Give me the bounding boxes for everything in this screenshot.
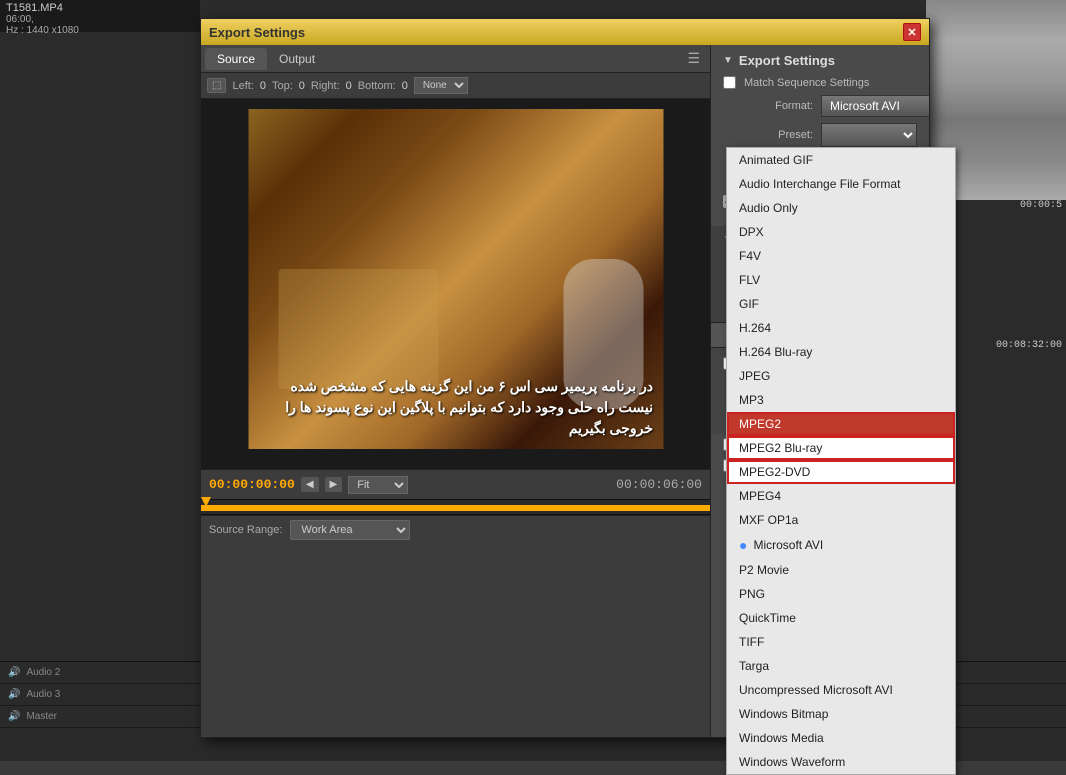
dropdown-item-mpeg2-blu-ray[interactable]: MPEG2 Blu-ray xyxy=(727,436,955,460)
selected-bullet-icon: ● xyxy=(739,537,747,553)
left-label: Left: xyxy=(232,80,253,92)
master-icon: 🔊 xyxy=(8,711,20,722)
top-value: 0 xyxy=(299,80,305,92)
prev-frame-btn[interactable]: ◀ xyxy=(301,477,319,492)
video-frame: در برنامه پریمیر سی اس ۶ من این گزینه ها… xyxy=(248,109,663,449)
source-range-dropdown[interactable]: Work Area Entire Sequence In to Out xyxy=(290,520,410,540)
file-info-bar: T1581.MP4 06:00, Hz : 1440 x1080 xyxy=(0,0,200,32)
tab-output[interactable]: Output xyxy=(267,48,327,70)
timecode-end: 00:00:06:00 xyxy=(616,477,702,492)
dropdown-item-windows-media[interactable]: Windows Media xyxy=(727,726,955,750)
format-dropdown-list: Animated GIFAudio Interchange File Forma… xyxy=(726,147,956,775)
preset-label: Preset: xyxy=(723,129,813,141)
dropdown-item-mp3[interactable]: MP3 xyxy=(727,388,955,412)
dropdown-item-mpeg2[interactable]: MPEG2 xyxy=(727,412,955,436)
none-dropdown[interactable]: None xyxy=(414,77,468,94)
dialog-source-panel: Source Output ☰ ⬚ Left: 0 Top: 0 Right: … xyxy=(201,45,711,737)
bottom-value: 0 xyxy=(402,80,408,92)
master-label: Master xyxy=(26,711,86,722)
format-dropdown[interactable]: Microsoft AVI xyxy=(821,95,929,117)
dropdown-item-h.264[interactable]: H.264 xyxy=(727,316,955,340)
right-timecode2: 00:08:32:00 xyxy=(996,340,1062,351)
match-sequence-checkbox[interactable] xyxy=(723,76,736,89)
source-range-label: Source Range: xyxy=(209,524,282,536)
timecode-start: 00:00:00:00 xyxy=(209,477,295,492)
file-name: T1581.MP4 xyxy=(6,2,194,14)
persian-text-overlay: در برنامه پریمیر سی اس ۶ من این گزینه ها… xyxy=(258,376,653,439)
dropdown-item-targa[interactable]: Targa xyxy=(727,654,955,678)
dropdown-item-h.264-blu-ray[interactable]: H.264 Blu-ray xyxy=(727,340,955,364)
next-frame-btn[interactable]: ▶ xyxy=(325,477,343,492)
timeline-progress xyxy=(201,505,710,511)
panel-menu-icon[interactable]: ☰ xyxy=(681,50,706,67)
dialog-title: Export Settings xyxy=(209,25,305,40)
right-label: Right: xyxy=(311,80,340,92)
export-settings-header: ▼ Export Settings xyxy=(723,53,917,68)
video-image: در برنامه پریمیر سی اس ۶ من این گزینه ها… xyxy=(248,109,663,449)
section-title: Export Settings xyxy=(739,53,835,68)
format-row: Format: Microsoft AVI ▼ xyxy=(723,95,917,117)
dropdown-item-flv[interactable]: FLV xyxy=(727,268,955,292)
audio3-icon: 🔊 xyxy=(8,689,20,700)
dropdown-item-mxf-op1a[interactable]: MXF OP1a xyxy=(727,508,955,532)
dropdown-item-audio-interchange-file-format[interactable]: Audio Interchange File Format xyxy=(727,172,955,196)
dialog-titlebar: Export Settings ✕ xyxy=(201,19,929,45)
preset-dropdown[interactable] xyxy=(821,123,917,147)
dropdown-item-tiff[interactable]: TIFF xyxy=(727,630,955,654)
section-triangle-icon: ▼ xyxy=(723,55,733,66)
timeline-bar[interactable] xyxy=(201,499,710,515)
tab-source[interactable]: Source xyxy=(205,48,267,70)
dropdown-item-audio-only[interactable]: Audio Only xyxy=(727,196,955,220)
crop-button[interactable]: ⬚ xyxy=(207,78,226,93)
source-toolbar: ⬚ Left: 0 Top: 0 Right: 0 Bottom: 0 None xyxy=(201,73,710,99)
dropdown-item-mpeg2-dvd[interactable]: MPEG2-DVD xyxy=(727,460,955,484)
dropdown-item-png[interactable]: PNG xyxy=(727,582,955,606)
format-dropdown-container: Microsoft AVI ▼ xyxy=(821,95,929,117)
right-value: 0 xyxy=(346,80,352,92)
preset-row: Preset: xyxy=(723,123,917,147)
file-resolution: Hz : 1440 x1080 xyxy=(6,25,194,36)
dropdown-item-animated-gif[interactable]: Animated GIF xyxy=(727,148,955,172)
fit-dropdown[interactable]: Fit 25% 50% 100% xyxy=(348,476,408,494)
left-value: 0 xyxy=(260,80,266,92)
bottom-label: Bottom: xyxy=(358,80,396,92)
video-preview: در برنامه پریمیر سی اس ۶ من این گزینه ها… xyxy=(201,99,710,469)
dropdown-item-jpeg[interactable]: JPEG xyxy=(727,364,955,388)
match-sequence-label: Match Sequence Settings xyxy=(744,77,869,89)
top-label: Top: xyxy=(272,80,293,92)
match-sequence-row: Match Sequence Settings xyxy=(723,76,917,89)
dropdown-item-windows-bitmap[interactable]: Windows Bitmap xyxy=(727,702,955,726)
dropdown-item-windows-waveform[interactable]: Windows Waveform xyxy=(727,750,955,774)
dropdown-item-mpeg4[interactable]: MPEG4 xyxy=(727,484,955,508)
source-range-bar: Source Range: Work Area Entire Sequence … xyxy=(201,515,710,543)
audio2-label: Audio 2 xyxy=(26,667,86,678)
dropdown-item-uncompressed-microsoft-avi[interactable]: Uncompressed Microsoft AVI xyxy=(727,678,955,702)
audio2-icon: 🔊 xyxy=(8,667,20,678)
panel-tabs: Source Output ☰ xyxy=(201,45,710,73)
timeline-controls: 00:00:00:00 ◀ ▶ Fit 25% 50% 100% 00:00:0… xyxy=(201,469,710,499)
dropdown-item-dpx[interactable]: DPX xyxy=(727,220,955,244)
dropdown-item-quicktime[interactable]: QuickTime xyxy=(727,606,955,630)
format-label: Format: xyxy=(723,100,813,112)
close-button[interactable]: ✕ xyxy=(903,23,921,41)
right-timecode1: 00:00:5 xyxy=(1020,200,1062,211)
selected-item-text: Microsoft AVI xyxy=(753,538,823,552)
dropdown-item-f4v[interactable]: F4V xyxy=(727,244,955,268)
file-details: 06:00, xyxy=(6,14,194,25)
dropdown-item-gif[interactable]: GIF xyxy=(727,292,955,316)
export-dialog: Export Settings ✕ Source Output ☰ ⬚ Left… xyxy=(200,18,930,738)
dropdown-item-microsoft-avi[interactable]: ● Microsoft AVI xyxy=(727,532,955,558)
dropdown-item-p2-movie[interactable]: P2 Movie xyxy=(727,558,955,582)
audio3-label: Audio 3 xyxy=(26,689,86,700)
